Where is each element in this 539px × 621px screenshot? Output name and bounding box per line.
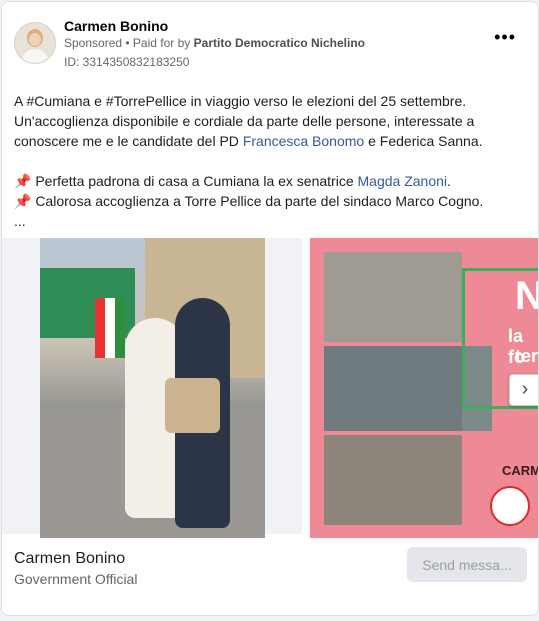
see-more-ellipsis[interactable]: ...	[14, 211, 526, 231]
carousel-next-icon[interactable]: ›	[509, 374, 538, 406]
sponsored-label: Sponsored	[64, 36, 123, 50]
send-message-button[interactable]: Send messa...	[407, 547, 527, 582]
text-line-1: A #Cumiana e #TorrePellice in viaggio ve…	[14, 93, 467, 109]
carousel-image-1[interactable]	[2, 238, 302, 538]
carousel-image-2[interactable]: N la fo ter CARME	[310, 238, 538, 538]
footer-page-category: Government Official	[14, 571, 138, 587]
text-line-2: Un'accoglienza disponibile e cordiale da…	[14, 113, 475, 129]
slide2-text-2: ter	[515, 346, 538, 366]
author-name[interactable]: Carmen Bonino	[64, 18, 168, 34]
more-dots-icon[interactable]: •••	[494, 28, 516, 46]
ad-card: Carmen Bonino Sponsored • Paid for by Pa…	[1, 1, 539, 616]
post-header: Carmen Bonino Sponsored • Paid for by Pa…	[14, 14, 526, 74]
pd-logo-icon	[490, 486, 530, 526]
text-line-4: 📌 Perfetta padrona di casa a Cumiana la …	[14, 173, 451, 189]
ad-id: ID: 3314350832183250	[64, 55, 190, 69]
sponsored-line: Sponsored • Paid for by Partito Democrat…	[64, 36, 365, 50]
post-text: A #Cumiana e #TorrePellice in viaggio ve…	[14, 91, 526, 231]
image-carousel[interactable]: N la fo ter CARME	[2, 238, 538, 538]
link-francesca-bonomo[interactable]: Francesca Bonomo	[243, 133, 364, 149]
footer-page-name[interactable]: Carmen Bonino	[14, 550, 125, 568]
slide2-big-letter: N	[515, 274, 538, 319]
text-line-5: 📌 Calorosa accoglienza a Torre Pellice d…	[14, 193, 484, 209]
ad-footer: Carmen Bonino Government Official Send m…	[2, 538, 538, 615]
paid-for-name[interactable]: Partito Democratico Nichelino	[194, 36, 365, 50]
paid-for-prefix: • Paid for by	[125, 36, 191, 50]
link-magda-zanoni[interactable]: Magda Zanoni	[358, 173, 448, 189]
avatar[interactable]	[14, 22, 56, 64]
text-line-3: conoscere me e le candidate del PD Franc…	[14, 133, 483, 149]
slide2-name: CARME	[502, 463, 538, 478]
